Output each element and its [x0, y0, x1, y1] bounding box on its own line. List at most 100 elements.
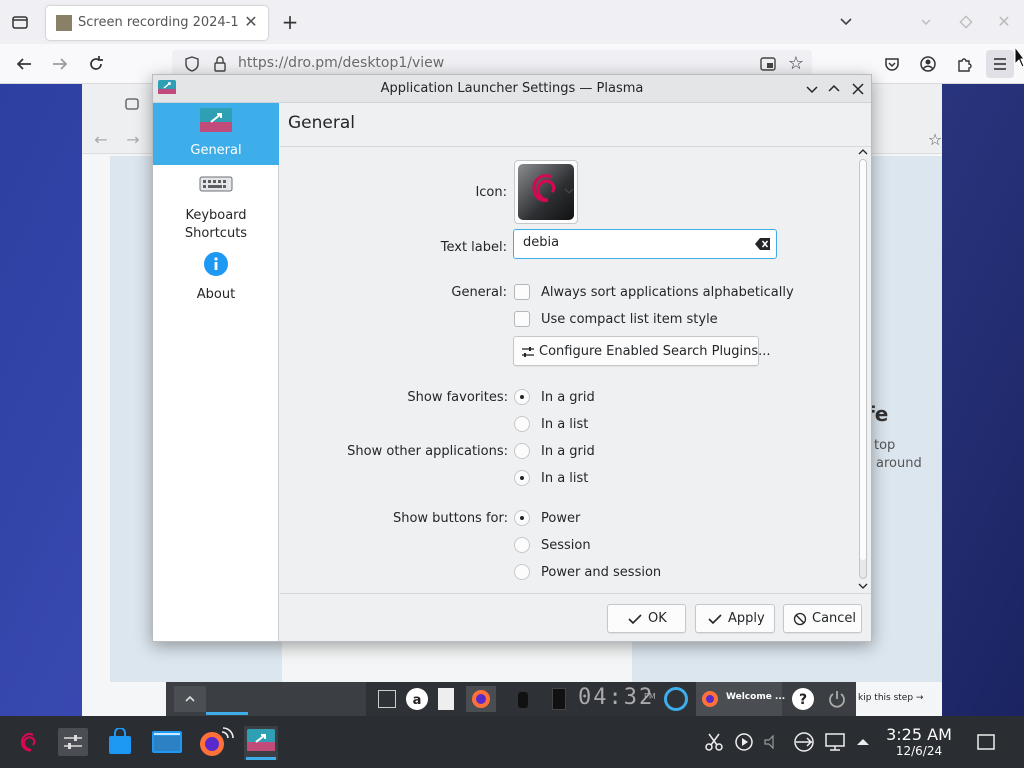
scroll-thumb[interactable] [860, 160, 866, 560]
firefox-taskbar-icon[interactable] [196, 726, 236, 758]
text-label-input[interactable]: debia [513, 229, 777, 259]
close-tab-icon[interactable]: ✕ [242, 12, 260, 32]
debian-menu-icon[interactable] [18, 730, 42, 754]
other-apps-grid-radio[interactable] [514, 443, 530, 459]
keyboard-icon [199, 175, 233, 193]
form-scrollbar[interactable] [856, 147, 870, 593]
show-other-apps-label: Show other applications: [347, 444, 508, 459]
compact-list-checkbox[interactable] [514, 311, 530, 327]
show-desktop-icon[interactable] [976, 732, 996, 752]
settings-sidebar: General Keyboard Shortcuts About [153, 103, 279, 641]
settings-form: Icon: Text label: debia General: Always … [280, 148, 860, 592]
dock-a-icon: a [406, 688, 428, 710]
scroll-down-icon[interactable] [857, 581, 869, 591]
recorded-star-icon: ☆ [927, 130, 943, 149]
cancel-icon [793, 612, 807, 626]
sidebar-item-about[interactable]: About [153, 249, 279, 311]
volume-icon[interactable] [762, 732, 778, 752]
picture-in-picture-icon[interactable] [758, 54, 778, 74]
dialog-title: Application Launcher Settings — Plasma [380, 81, 644, 96]
taskbar-time[interactable]: 3:25 AM [880, 726, 958, 744]
dock-welcome-label: Welcome ... [726, 692, 786, 702]
pocket-icon[interactable] [882, 54, 902, 74]
sidebar-label-about: About [196, 287, 236, 302]
app-menu-button[interactable] [986, 50, 1014, 78]
sidebar-item-keyboard-shortcuts[interactable]: Keyboard Shortcuts [153, 169, 279, 241]
icon-field-label: Icon: [475, 185, 507, 200]
ok-button[interactable]: OK [607, 604, 686, 633]
check-icon [708, 614, 722, 625]
cancel-button[interactable]: Cancel [783, 604, 862, 633]
configure-search-plugins-button[interactable]: Configure Enabled Search Plugins... [513, 336, 771, 366]
buttons-session-label: Session [541, 538, 591, 553]
apply-label: Apply [728, 611, 765, 626]
favorites-list-radio[interactable] [514, 416, 530, 432]
other-apps-list-label: In a list [541, 471, 589, 486]
app-launcher-icon [247, 729, 275, 751]
info-icon [203, 251, 229, 277]
window-close-icon[interactable] [849, 80, 867, 98]
shield-icon[interactable] [182, 54, 202, 74]
maximize-icon[interactable] [956, 12, 976, 32]
dialog-footer: OK Apply Cancel [280, 593, 871, 641]
recorded-text-line-1: top [874, 438, 896, 453]
scroll-track[interactable] [859, 159, 867, 579]
configure-search-plugins-label: Configure Enabled Search Plugins... [539, 344, 771, 359]
dock-indicator [206, 712, 248, 715]
sort-alphabetically-label: Always sort applications alphabetically [541, 285, 794, 300]
network-icon[interactable] [792, 730, 816, 754]
apply-button[interactable]: Apply [695, 604, 775, 633]
launcher-settings-task[interactable] [244, 726, 278, 760]
sort-alphabetically-checkbox[interactable] [514, 284, 530, 300]
recorded-skip-link: kip this step → [856, 690, 936, 710]
taskbar-date[interactable]: 12/6/24 [880, 744, 958, 758]
close-window-icon[interactable]: ✕ [994, 12, 1014, 32]
text-label-field-label: Text label: [440, 240, 507, 255]
check-icon [628, 614, 642, 625]
dock-clock-suffix: PM [644, 692, 656, 701]
sidebar-label-general: General [190, 143, 242, 158]
dock-mic-icon [518, 692, 528, 708]
window-maximize-icon[interactable] [825, 80, 843, 98]
forward-icon[interactable] [50, 54, 70, 74]
tab-list-icon[interactable] [10, 12, 30, 32]
icon-picker-button[interactable] [514, 160, 578, 224]
compact-list-label: Use compact list item style [541, 312, 718, 327]
new-tab-icon[interactable]: + [280, 12, 300, 32]
dock-circle-icon [664, 687, 688, 711]
recorded-dock: a 04:32 PM Welcome ... ? [166, 682, 856, 716]
bookmark-star-icon[interactable]: ☆ [786, 54, 806, 74]
favorites-grid-radio[interactable] [514, 389, 530, 405]
extensions-icon[interactable] [954, 54, 974, 74]
discover-store-icon[interactable] [106, 728, 134, 756]
mouse-cursor [1014, 46, 1024, 68]
lock-icon[interactable] [210, 54, 230, 74]
window-minimize-icon[interactable] [803, 80, 821, 98]
sidebar-item-general[interactable]: General [153, 103, 279, 165]
display-icon[interactable] [824, 730, 846, 754]
browser-tab[interactable]: Screen recording 2024-12 ✕ [46, 6, 268, 40]
screenshot-scissors-icon[interactable] [704, 732, 724, 752]
back-icon[interactable] [14, 54, 34, 74]
tray-expand-icon[interactable] [854, 732, 872, 752]
dock-expand-button [174, 686, 206, 712]
buttons-power-radio[interactable] [514, 510, 530, 526]
account-icon[interactable] [918, 54, 938, 74]
media-play-icon[interactable] [734, 732, 754, 752]
text-label-value: debia [523, 235, 560, 250]
buttons-session-radio[interactable] [514, 537, 530, 553]
chevron-down-icon[interactable] [836, 12, 856, 32]
minimize-icon[interactable] [916, 12, 936, 32]
tab-title: Screen recording 2024-12 [78, 15, 238, 30]
configure-icon [522, 347, 534, 357]
sidebar-label-keyboard-shortcuts: Keyboard Shortcuts [184, 208, 248, 241]
file-manager-icon[interactable] [151, 728, 183, 756]
other-apps-grid-label: In a grid [541, 444, 595, 459]
other-apps-list-radio[interactable] [514, 470, 530, 486]
reload-icon[interactable] [86, 54, 106, 74]
scroll-up-icon[interactable] [857, 147, 869, 157]
svg-text:?: ? [799, 692, 807, 708]
system-settings-icon[interactable] [58, 728, 88, 756]
buttons-power-session-radio[interactable] [514, 564, 530, 580]
clear-text-icon[interactable] [754, 236, 772, 252]
